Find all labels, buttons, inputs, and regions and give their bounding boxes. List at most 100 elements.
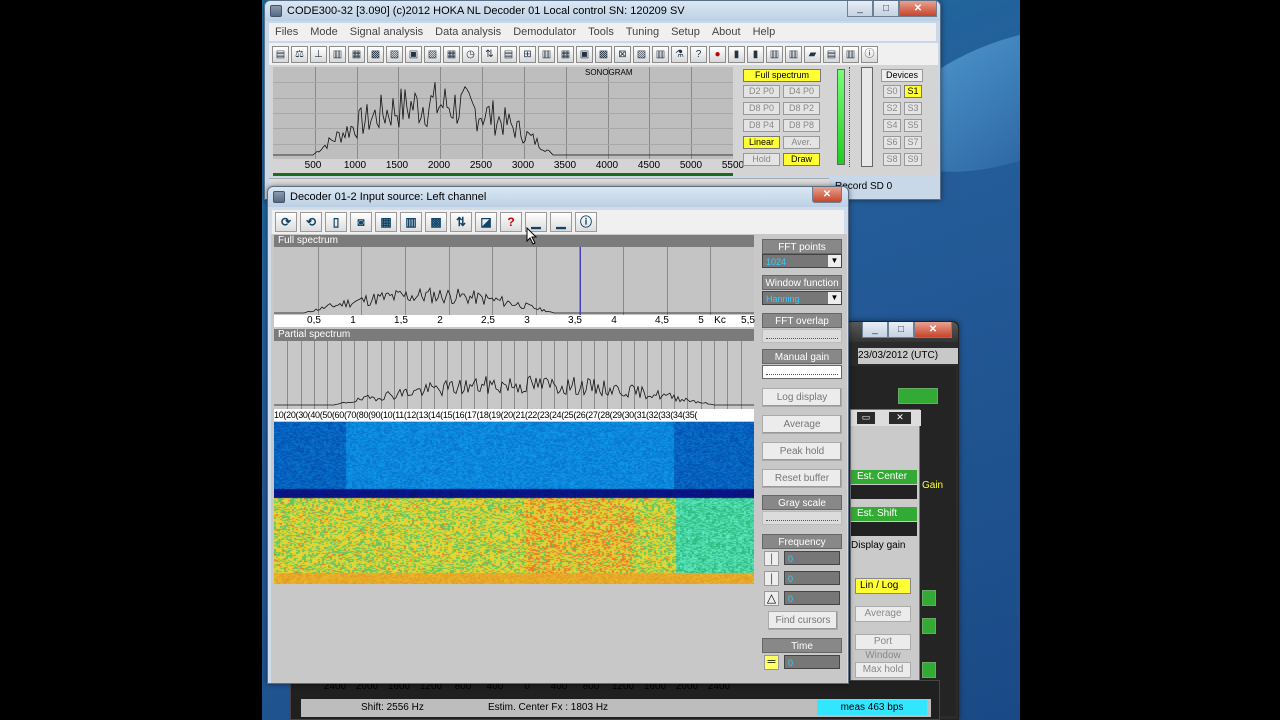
decoder-titlebar[interactable]: Decoder 01-2 Input source: Left channel [268, 187, 848, 207]
gray-scale-slider[interactable] [762, 511, 842, 525]
main-maximize-button[interactable]: □ [873, 1, 899, 17]
find-cursors-button[interactable]: Find cursors [768, 611, 838, 630]
back-close-button[interactable]: ✕ [914, 322, 952, 338]
window-function-dropdown-icon[interactable]: ▼ [828, 292, 841, 304]
toolbar-tool-20-icon[interactable]: ▨ [633, 45, 650, 63]
toolbar-tool-7-icon[interactable]: ▨ [386, 45, 403, 63]
device-s7-button[interactable]: S7 [904, 136, 922, 149]
freq-cursor2-icon[interactable]: | [764, 571, 779, 586]
toolbar-tool-18-icon[interactable]: ▩ [595, 45, 612, 63]
camera-icon[interactable]: ◙ [350, 212, 372, 232]
d8p2-button[interactable]: D8 P2 [783, 102, 820, 115]
menu-tuning[interactable]: Tuning [620, 23, 665, 41]
back-sub-close[interactable]: ✕ [889, 412, 911, 424]
toolbar-tool-2-icon[interactable]: ⚖ [291, 45, 308, 63]
toolbar-tool-14-icon[interactable]: ⊞ [519, 45, 536, 63]
menu-about[interactable]: About [706, 23, 747, 41]
freq-value-3[interactable]: 0 [784, 591, 840, 605]
average-button-decoder[interactable]: Average [762, 415, 842, 434]
port-window-button[interactable]: Port Window [855, 634, 911, 661]
draw-button[interactable]: Draw [783, 153, 820, 166]
menu-data-analysis[interactable]: Data analysis [429, 23, 507, 41]
save-icon[interactable]: ▯ [325, 212, 347, 232]
device-s4-button[interactable]: S4 [883, 119, 901, 132]
toolbar-tool-26-icon[interactable]: ▮ [747, 45, 764, 63]
freq-value-2[interactable]: 0 [784, 571, 840, 585]
d8p4-button[interactable]: D8 P4 [743, 119, 780, 132]
manual-gain-slider[interactable] [762, 365, 842, 379]
d8p8-button[interactable]: D8 P8 [783, 119, 820, 132]
peak-hold-button[interactable]: Peak hold [762, 442, 842, 461]
back-green-button-3[interactable] [922, 618, 936, 634]
toolbar-tool-25-icon[interactable]: ▮ [728, 45, 745, 63]
freq-cursor1-icon[interactable]: | [764, 551, 779, 566]
toolbar-tool-29-icon[interactable]: ▰ [804, 45, 821, 63]
refresh-icon[interactable]: ⟳ [275, 212, 297, 232]
fft-points-dropdown-icon[interactable]: ▼ [828, 255, 841, 267]
toolbar-tool-10-icon[interactable]: ▦ [443, 45, 460, 63]
back-maximize-button[interactable]: □ [888, 322, 914, 338]
menu-mode[interactable]: Mode [304, 23, 344, 41]
updown-icon[interactable]: ⇅ [450, 212, 472, 232]
toolbar-tool-15-icon[interactable]: ▥ [538, 45, 555, 63]
menu-help[interactable]: Help [747, 23, 782, 41]
toolbar-tool-28-icon[interactable]: ▥ [785, 45, 802, 63]
menu-signal-analysis[interactable]: Signal analysis [344, 23, 429, 41]
decoder-close-button[interactable]: ✕ [812, 187, 842, 203]
toolbar-tool-5-icon[interactable]: ▦ [348, 45, 365, 63]
main-close-button[interactable]: ✕ [899, 1, 937, 17]
back-green-button-4[interactable] [922, 662, 936, 678]
freq-value-1[interactable]: 0 [784, 551, 840, 565]
toolbar-tool-16-icon[interactable]: ▦ [557, 45, 574, 63]
device-s8-button[interactable]: S8 [883, 153, 901, 166]
toolbar-tool-12-icon[interactable]: ⇅ [481, 45, 498, 63]
linear-button[interactable]: Linear [743, 136, 780, 149]
toolbar-tool-31-icon[interactable]: ▥ [842, 45, 859, 63]
hold-button[interactable]: Hold [743, 153, 780, 166]
toolbar-tool-24-icon[interactable]: ● [709, 45, 726, 63]
device-s9-button[interactable]: S9 [904, 153, 922, 166]
fft-overlap-slider[interactable] [762, 329, 842, 343]
toolbar-tool-6-icon[interactable]: ▩ [367, 45, 384, 63]
help-icon[interactable]: ? [500, 212, 522, 232]
lin-log-button[interactable]: Lin / Log [855, 578, 911, 594]
time-value[interactable]: 0 [784, 655, 840, 669]
mixer-icon[interactable]: ▩ [425, 212, 447, 232]
aver-button[interactable]: Aver. [783, 136, 820, 149]
device-s5-button[interactable]: S5 [904, 119, 922, 132]
toolbar-tool-11-icon[interactable]: ◷ [462, 45, 479, 63]
delta-icon[interactable]: △ [764, 591, 779, 606]
device-s2-button[interactable]: S2 [883, 102, 901, 115]
bars-icon[interactable]: ▥ [400, 212, 422, 232]
reset-buffer-button[interactable]: Reset buffer [762, 469, 842, 488]
toolbar-tool-19-icon[interactable]: ⊠ [614, 45, 631, 63]
toolbar-tool-23-icon[interactable]: ? [690, 45, 707, 63]
toolbar-tool-17-icon[interactable]: ▣ [576, 45, 593, 63]
color-bar-icon[interactable]: ▦ [375, 212, 397, 232]
menu-demodulator[interactable]: Demodulator [507, 23, 582, 41]
rewind-icon[interactable]: ⟲ [300, 212, 322, 232]
main-titlebar[interactable]: CODE300-32 [3.090] (c)2012 HOKA NL Decod… [265, 1, 940, 21]
info-icon[interactable]: ⓘ [575, 212, 597, 232]
full-spectrum-button[interactable]: Full spectrum [743, 69, 821, 82]
device-s6-button[interactable]: S6 [883, 136, 901, 149]
toolbar-tool-21-icon[interactable]: ▥ [652, 45, 669, 63]
toolbar-tool-32-icon[interactable]: ⓘ [861, 45, 878, 63]
full-spectrum-cursor[interactable] [580, 247, 581, 315]
menu-tools[interactable]: Tools [582, 23, 620, 41]
menu-setup[interactable]: Setup [665, 23, 706, 41]
level-slider[interactable] [849, 67, 859, 167]
d8p0-button[interactable]: D8 P0 [743, 102, 780, 115]
back-sub-minimize[interactable]: ▭ [857, 412, 875, 424]
toolbar-tool-9-icon[interactable]: ▧ [424, 45, 441, 63]
main-minimize-button[interactable]: _ [847, 1, 873, 17]
toolbar-tool-30-icon[interactable]: ▤ [823, 45, 840, 63]
palette-icon[interactable]: ◪ [475, 212, 497, 232]
d2p0-button[interactable]: D2 P0 [743, 85, 780, 98]
back-minimize-button[interactable]: _ [862, 322, 888, 338]
toolbar-tool-3-icon[interactable]: ⊥ [310, 45, 327, 63]
time-cursor-icon[interactable]: ═ [764, 655, 779, 670]
toolbar-tool-1-icon[interactable]: ▤ [272, 45, 289, 63]
toolbar-tool-27-icon[interactable]: ▥ [766, 45, 783, 63]
max-hold-button[interactable]: Max hold [855, 662, 911, 678]
